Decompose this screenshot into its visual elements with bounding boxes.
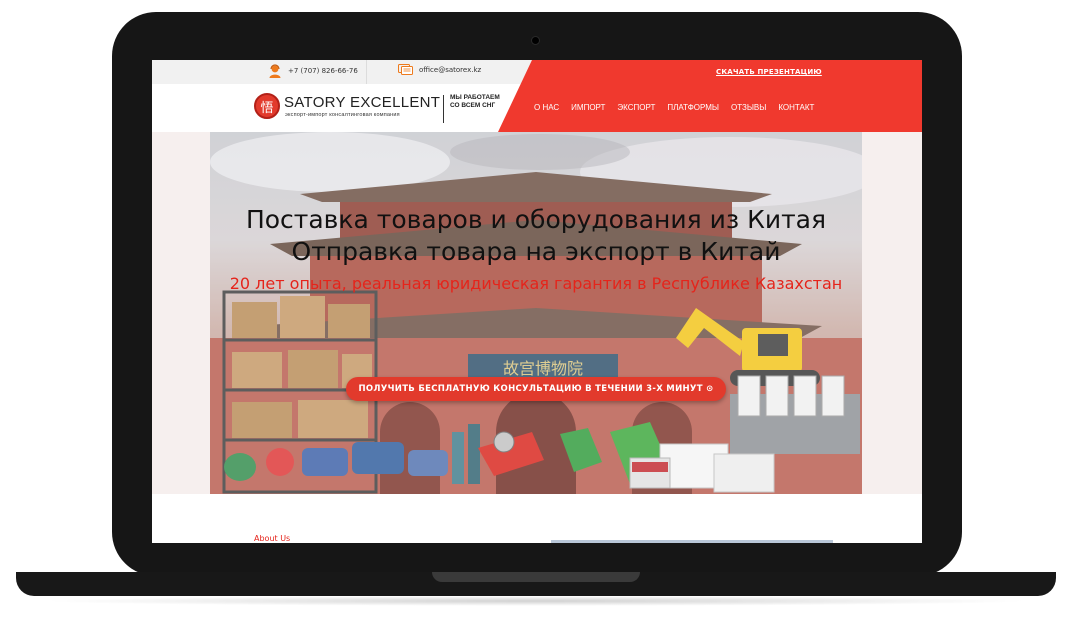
- hero-subheadline: 20 лет опыта, реальная юридическая гаран…: [229, 274, 843, 293]
- main-nav: О НАС ИМПОРТ ЭКСПОРТ ПЛАТФОРМЫ ОТЗЫВЫ КО…: [534, 103, 814, 112]
- phone-number[interactable]: +7 (707) 826-66-76: [288, 67, 358, 75]
- webcam: [532, 37, 539, 44]
- logo-emblem[interactable]: 悟: [254, 93, 280, 119]
- nav-item-contact[interactable]: КОНТАКТ: [778, 103, 814, 112]
- email-contact[interactable]: office@satorex.kz: [398, 64, 481, 75]
- nav-item-import[interactable]: ИМПОРТ: [571, 103, 605, 112]
- nav-item-about[interactable]: О НАС: [534, 103, 559, 112]
- hero-headline-export: Отправка товара на экспорт в Китай: [291, 237, 781, 266]
- website-screen: +7 (707) 826-66-76 office@satorex.kz СКА…: [152, 60, 922, 543]
- hero-overlay: [210, 132, 862, 494]
- headset-icon: [269, 64, 281, 78]
- contact-divider: [366, 60, 367, 84]
- phone-contact[interactable]: +7 (707) 826-66-76: [268, 64, 358, 78]
- logo-title[interactable]: SATORY EXCELLENT: [284, 94, 440, 111]
- hero-headline-import: Поставка товаров и оборудования из Китая: [245, 205, 827, 234]
- logo-separator: [443, 95, 444, 123]
- hero-banner: 故宫博物院 Поставка товаров и оборудования из…: [210, 132, 862, 494]
- about-us-label: About Us: [254, 534, 291, 543]
- mail-icon: [398, 64, 413, 75]
- download-presentation-link[interactable]: СКАЧАТЬ ПРЕЗЕНТАЦИЮ: [716, 68, 822, 76]
- free-consultation-button[interactable]: ПОЛУЧИТЬ БЕСПЛАТНУЮ КОНСУЛЬТАЦИЮ В ТЕЧЕН…: [346, 377, 726, 401]
- nav-item-export[interactable]: ЭКСПОРТ: [617, 103, 655, 112]
- logo-subtitle: экспорт-импорт консалтинговая компания: [285, 112, 400, 118]
- laptop-notch: [432, 572, 640, 582]
- email-address[interactable]: office@satorex.kz: [419, 66, 481, 74]
- about-image-edge: [551, 540, 833, 543]
- laptop-shadow: [40, 596, 1032, 606]
- nav-item-platforms[interactable]: ПЛАТФОРМЫ: [667, 103, 719, 112]
- logo-tagline: МЫ РАБОТАЕМ СО ВСЕМ СНГ: [450, 94, 500, 109]
- nav-item-reviews[interactable]: ОТЗЫВЫ: [731, 103, 766, 112]
